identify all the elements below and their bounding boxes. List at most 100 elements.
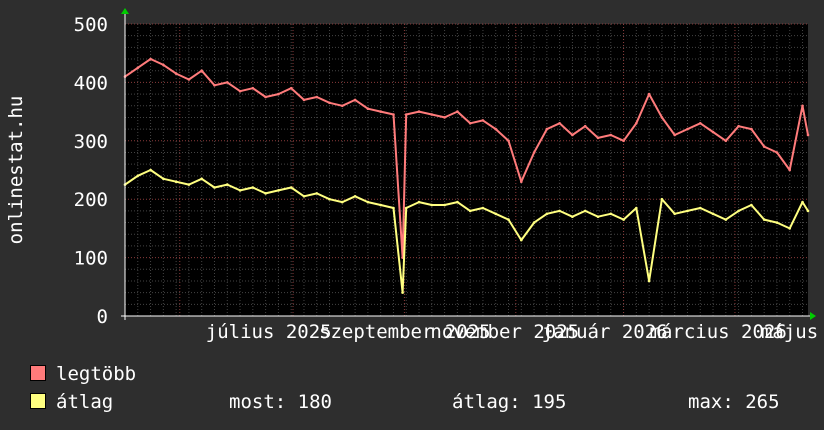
series-point-1 bbox=[366, 200, 370, 204]
series-point-1 bbox=[328, 197, 331, 201]
series-point-0 bbox=[392, 113, 395, 116]
series-point-0 bbox=[635, 122, 638, 125]
series-point-0 bbox=[277, 92, 280, 96]
series-point-1 bbox=[468, 209, 472, 213]
series-point-0 bbox=[136, 66, 140, 70]
series-point-0 bbox=[264, 95, 267, 99]
series-point-0 bbox=[366, 107, 370, 110]
series-point-0 bbox=[699, 122, 702, 125]
series-point-1 bbox=[213, 186, 216, 189]
series-point-0 bbox=[507, 139, 510, 143]
series-point-1 bbox=[315, 192, 319, 195]
series-point-0 bbox=[379, 110, 383, 113]
series-point-1 bbox=[583, 209, 587, 213]
series-point-0 bbox=[404, 113, 408, 116]
series-point-1 bbox=[788, 227, 791, 230]
series-point-0 bbox=[149, 57, 152, 61]
series-point-1 bbox=[162, 177, 165, 181]
series-point-1 bbox=[251, 186, 255, 189]
series-point-0 bbox=[302, 98, 306, 102]
plot-background bbox=[125, 24, 808, 316]
y-axis-label: onlinestat.hu bbox=[5, 96, 27, 245]
series-point-1 bbox=[806, 209, 810, 213]
legend-swatch-legtobb bbox=[30, 365, 46, 381]
series-point-1 bbox=[289, 186, 293, 189]
series-point-1 bbox=[724, 218, 728, 221]
series-point-0 bbox=[494, 127, 498, 131]
series-point-0 bbox=[724, 139, 728, 143]
series-point-0 bbox=[609, 133, 613, 137]
series-point-1 bbox=[596, 215, 600, 218]
series-point-0 bbox=[571, 133, 574, 137]
series-point-1 bbox=[532, 221, 536, 224]
series-point-1 bbox=[647, 279, 651, 283]
y-tick-label: 100 bbox=[74, 248, 108, 270]
series-point-0 bbox=[251, 86, 255, 90]
series-point-1 bbox=[762, 218, 766, 221]
series-point-0 bbox=[806, 133, 810, 137]
series-point-0 bbox=[456, 110, 459, 113]
series-point-1 bbox=[392, 206, 395, 210]
x-axis-arrow-icon bbox=[810, 312, 816, 320]
series-point-1 bbox=[750, 203, 753, 207]
series-point-1 bbox=[507, 218, 510, 221]
series-point-1 bbox=[277, 189, 280, 192]
legend-swatch-atlag bbox=[30, 393, 46, 409]
series-point-1 bbox=[174, 180, 178, 183]
series-point-1 bbox=[737, 209, 740, 213]
y-axis-arrow-icon bbox=[121, 8, 129, 14]
series-point-1 bbox=[136, 174, 140, 178]
y-tick-label: 400 bbox=[74, 72, 108, 94]
series-point-0 bbox=[596, 136, 600, 140]
series-point-1 bbox=[660, 197, 664, 201]
series-point-0 bbox=[417, 110, 421, 113]
series-point-0 bbox=[315, 95, 319, 99]
y-tick-label: 300 bbox=[74, 131, 108, 153]
series-point-1 bbox=[379, 203, 383, 207]
series-point-1 bbox=[635, 206, 638, 210]
y-tick-label: 200 bbox=[74, 189, 108, 211]
series-point-0 bbox=[775, 151, 779, 154]
series-point-1 bbox=[341, 200, 344, 204]
y-tick-labels: 0 100 200 300 400 500 bbox=[74, 14, 108, 328]
stat-average: átlag: 195 bbox=[452, 391, 567, 413]
y-tick-label: 500 bbox=[74, 14, 108, 36]
series-point-1 bbox=[699, 206, 702, 210]
series-point-0 bbox=[353, 98, 357, 102]
series-point-1 bbox=[417, 200, 421, 204]
series-point-0 bbox=[187, 78, 191, 81]
series-point-0 bbox=[583, 124, 587, 128]
series-point-0 bbox=[430, 113, 434, 116]
series-point-1 bbox=[226, 183, 229, 186]
line-chart: 0 100 200 300 400 500 július 2025szeptember 2… bbox=[5, 8, 824, 343]
legend-item-atlag: átlag bbox=[30, 391, 113, 413]
series-point-0 bbox=[545, 127, 549, 131]
series-point-0 bbox=[289, 86, 293, 90]
series-point-0 bbox=[162, 63, 165, 67]
x-tick-label: május 2026 bbox=[761, 321, 824, 343]
series-point-1 bbox=[481, 206, 485, 210]
series-point-1 bbox=[353, 195, 357, 198]
series-point-0 bbox=[558, 122, 561, 125]
series-point-1 bbox=[430, 203, 434, 207]
series-point-1 bbox=[686, 209, 689, 213]
series-point-0 bbox=[481, 119, 485, 122]
series-point-1 bbox=[801, 200, 804, 204]
series-point-0 bbox=[328, 101, 331, 105]
series-point-1 bbox=[520, 238, 523, 242]
series-point-1 bbox=[775, 221, 779, 224]
series-point-1 bbox=[187, 183, 191, 186]
series-point-0 bbox=[443, 116, 446, 119]
series-point-0 bbox=[647, 92, 651, 96]
series-point-0 bbox=[213, 84, 216, 87]
series-point-1 bbox=[404, 206, 408, 210]
series-point-1 bbox=[571, 215, 574, 218]
series-point-1 bbox=[302, 195, 306, 198]
series-point-1 bbox=[494, 212, 498, 216]
series-point-0 bbox=[673, 133, 676, 137]
legend-label-atlag: átlag bbox=[56, 391, 114, 413]
stat-max: max: 265 bbox=[688, 391, 780, 413]
series-point-0 bbox=[660, 116, 664, 119]
series-point-1 bbox=[711, 212, 715, 216]
x-tick-labels: július 2025szeptember 2025november 2025j… bbox=[206, 321, 824, 343]
